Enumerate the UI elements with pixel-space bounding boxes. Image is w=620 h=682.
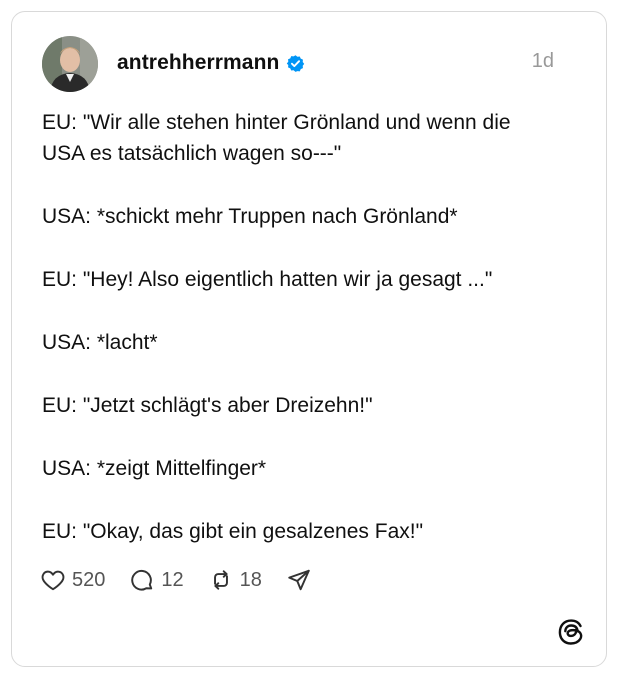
post-line: EU: "Jetzt schlägt's aber Dreizehn!" xyxy=(42,394,373,417)
post-line: EU: "Okay, das gibt ein gesalzenes Fax!" xyxy=(42,520,424,543)
comment-icon xyxy=(129,567,155,593)
like-button[interactable]: 520 xyxy=(40,567,105,593)
repost-button[interactable]: 18 xyxy=(208,567,262,593)
post-line: USA es tatsächlich wagen so---" xyxy=(42,142,342,165)
post-line: USA: *schickt mehr Truppen nach Grönland… xyxy=(42,205,458,228)
post-line: EU: "Hey! Also eigentlich hatten wir ja … xyxy=(42,268,493,291)
post-line: EU: "Wir alle stehen hinter Grönland und… xyxy=(42,111,511,134)
author-username[interactable]: antrehherrmann xyxy=(117,51,279,75)
avatar[interactable] xyxy=(42,36,98,92)
threads-logo-icon xyxy=(556,617,586,647)
share-icon xyxy=(286,567,312,593)
post-body: EU: "Wir alle stehen hinter Grönland und… xyxy=(42,107,572,547)
repost-icon xyxy=(208,567,234,593)
share-button[interactable] xyxy=(286,567,312,593)
heart-icon xyxy=(40,567,66,593)
comment-button[interactable]: 12 xyxy=(129,567,184,593)
author-row: antrehherrmann xyxy=(117,48,305,78)
post-timestamp: 1d xyxy=(531,50,554,72)
repost-count: 18 xyxy=(239,568,262,591)
verified-badge-icon xyxy=(286,54,305,73)
action-bar: 520 12 18 xyxy=(40,565,312,595)
like-count: 520 xyxy=(72,568,106,591)
post-line: USA: *lacht* xyxy=(42,331,158,354)
comment-count: 12 xyxy=(161,568,184,591)
post-line: USA: *zeigt Mittelfinger* xyxy=(42,457,267,480)
avatar-image xyxy=(42,36,98,92)
